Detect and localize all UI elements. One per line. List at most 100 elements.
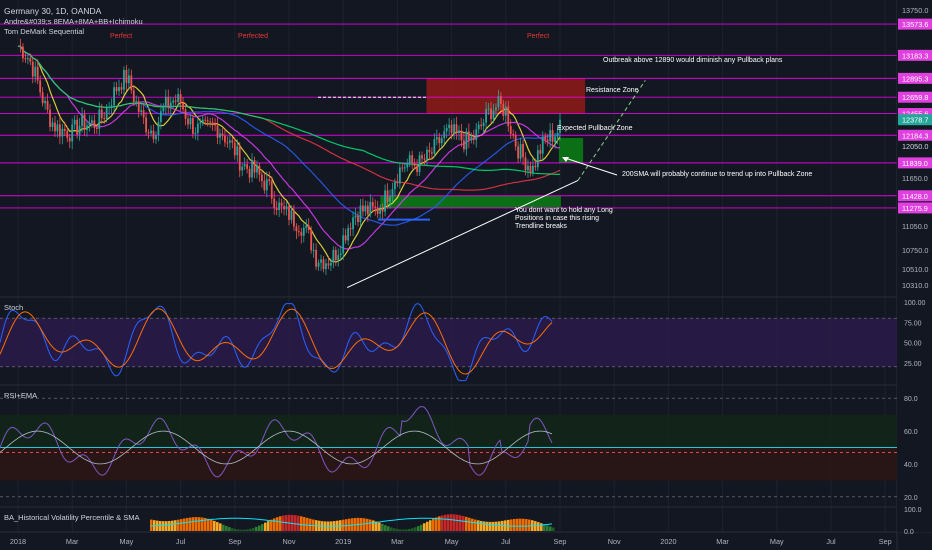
candle-body xyxy=(406,163,409,168)
candle-body xyxy=(130,75,133,91)
candle-body xyxy=(194,132,197,134)
hv-bar xyxy=(252,527,255,531)
pullback-zone-label: Expected Pullback Zone xyxy=(557,125,633,132)
hv-bar xyxy=(483,521,486,531)
candle-body xyxy=(110,105,113,108)
candle-body xyxy=(78,125,81,135)
hv-bar xyxy=(264,522,267,531)
candle-body xyxy=(482,122,485,127)
price-tick: 10750.0 xyxy=(902,246,928,255)
hv-bar xyxy=(165,521,168,531)
candle-body xyxy=(118,87,120,92)
price-label[interactable]: 12895.3 xyxy=(902,74,928,83)
candle-body xyxy=(354,215,357,218)
price-label[interactable]: 13573.6 xyxy=(902,20,928,29)
candle-body xyxy=(164,96,167,108)
hv-bar xyxy=(168,520,171,531)
hv-bar xyxy=(297,515,300,531)
candle-body xyxy=(499,96,502,104)
price-label[interactable]: 13183.3 xyxy=(902,51,928,60)
candle-body xyxy=(86,125,88,130)
candle-body xyxy=(248,168,251,178)
candle-body xyxy=(433,139,436,154)
candle-body xyxy=(147,132,150,134)
hv-bar xyxy=(294,515,297,531)
candle-body xyxy=(539,150,542,154)
hv-bar xyxy=(498,521,501,531)
demark-perfect-label: Perfect xyxy=(527,33,549,40)
candle-body xyxy=(362,205,364,212)
hv-bar xyxy=(363,518,366,531)
candle-body xyxy=(68,137,71,142)
trading-chart[interactable]: Germany 30, 1D, OANDA Andre&#039;s 8EMA+… xyxy=(0,0,932,550)
stoch-tick: 25.00 xyxy=(904,361,922,368)
candle-body xyxy=(460,130,463,141)
hv-bar xyxy=(432,518,435,531)
hv-bar xyxy=(303,517,306,531)
candle-body xyxy=(487,108,490,110)
candle-body xyxy=(371,202,374,207)
price-label[interactable]: 11839.0 xyxy=(902,159,928,168)
hv-bar xyxy=(150,519,153,531)
candle-body xyxy=(455,124,458,133)
candle-body xyxy=(192,117,194,134)
candle-body xyxy=(512,134,515,136)
candle-body xyxy=(265,179,268,191)
candle-body xyxy=(502,103,505,116)
hv-bar xyxy=(453,514,456,531)
candle-body xyxy=(125,69,128,84)
candle-body xyxy=(507,106,510,127)
price-label[interactable]: 12378.7 xyxy=(902,116,928,125)
time-tick: 2020 xyxy=(660,537,676,546)
candle-body xyxy=(206,120,209,122)
price-label[interactable]: 12659.8 xyxy=(902,93,928,102)
hv-tick: 0.0 xyxy=(904,529,914,536)
candle-body xyxy=(231,140,234,143)
hv-bar xyxy=(426,521,429,531)
hv-bar xyxy=(390,527,393,531)
time-tick: 2019 xyxy=(335,537,351,546)
time-tick: 2018 xyxy=(10,537,26,546)
hv-bar xyxy=(195,517,198,531)
trendline-warning-line-2: Positions in case this rising xyxy=(515,215,599,222)
candle-body xyxy=(364,205,367,212)
price-label[interactable]: 12050.0 xyxy=(902,142,928,151)
hv-bar xyxy=(411,528,414,531)
candle-body xyxy=(19,46,22,48)
candle-body xyxy=(155,134,157,140)
candle-body xyxy=(31,61,34,77)
candle-body xyxy=(270,181,273,199)
candle-body xyxy=(283,206,285,210)
hv-bar xyxy=(456,514,459,531)
price-label[interactable]: 11428.0 xyxy=(902,192,928,201)
hv-bar xyxy=(444,514,447,531)
candle-body xyxy=(369,202,372,215)
candle-body xyxy=(389,196,391,202)
stoch-band xyxy=(0,318,897,367)
candle-body xyxy=(71,124,74,142)
candle-body xyxy=(273,198,276,209)
indicator-label-2: Tom DeMark Sequential xyxy=(4,27,84,36)
symbol-title: Germany 30, 1D, OANDA xyxy=(4,6,102,16)
hv-bar xyxy=(396,528,399,531)
hv-bar xyxy=(546,525,549,531)
hv-bar xyxy=(276,517,279,531)
hv-bar xyxy=(477,520,480,531)
price-label[interactable]: 12184.3 xyxy=(902,131,928,140)
candle-body xyxy=(514,135,517,147)
time-tick: May xyxy=(120,537,134,546)
candle-body xyxy=(465,131,468,150)
candle-body xyxy=(241,166,244,171)
price-label[interactable]: 11275.9 xyxy=(902,204,928,213)
candle-body xyxy=(438,137,441,144)
candle-body xyxy=(103,118,106,120)
candle-body xyxy=(214,123,216,126)
price-axis[interactable]: 13573.613183.312895.312659.812455.612378… xyxy=(897,0,932,532)
candle-body xyxy=(381,209,384,212)
hv-bar xyxy=(237,529,240,531)
candle-body xyxy=(224,135,226,143)
candle-body xyxy=(485,109,487,123)
hv-bar xyxy=(429,520,432,531)
candle-body xyxy=(95,127,98,129)
candle-body xyxy=(317,262,320,267)
